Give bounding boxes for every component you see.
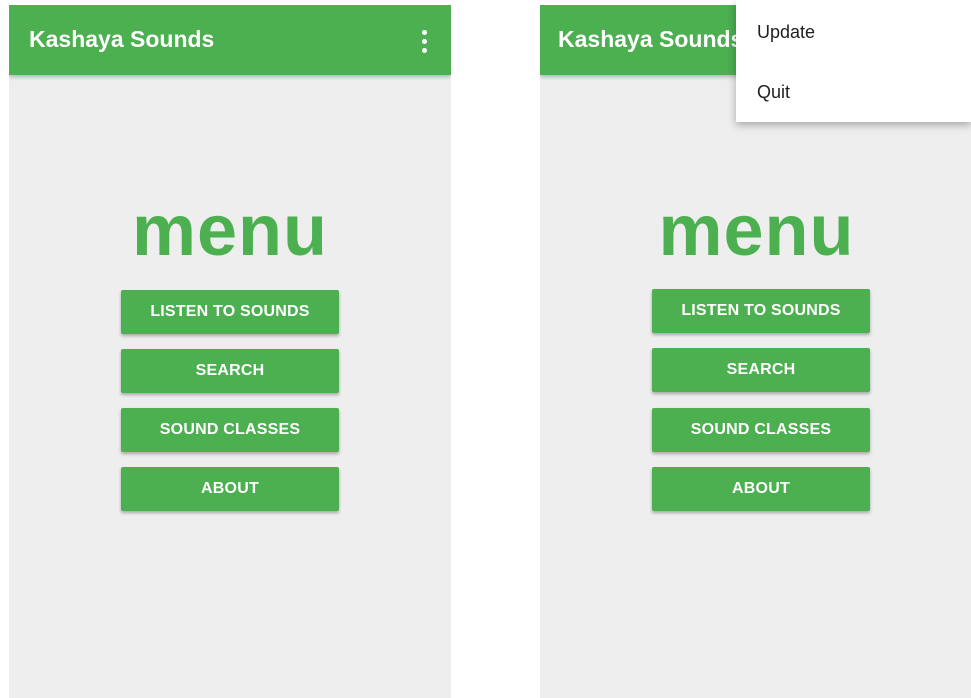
overflow-menu: Update Quit: [736, 0, 971, 122]
app-screen-main: Kashaya Sounds menu LISTEN TO SOUNDS SEA…: [9, 5, 451, 698]
dot: [422, 39, 427, 44]
menu-heading: menu: [131, 191, 329, 271]
search-button[interactable]: SEARCH: [121, 349, 339, 393]
menu-item-quit[interactable]: Quit: [757, 82, 790, 103]
listen-to-sounds-button[interactable]: LISTEN TO SOUNDS: [652, 289, 870, 333]
app-title: Kashaya Sounds: [558, 26, 744, 52]
more-vert-icon[interactable]: [415, 27, 435, 57]
app-title: Kashaya Sounds: [29, 26, 215, 52]
sound-classes-button[interactable]: SOUND CLASSES: [652, 408, 870, 452]
dot: [422, 30, 427, 35]
menu-heading: menu: [658, 191, 855, 271]
about-button[interactable]: ABOUT: [121, 467, 339, 511]
dot: [422, 48, 427, 53]
listen-to-sounds-button[interactable]: LISTEN TO SOUNDS: [121, 290, 339, 334]
about-button[interactable]: ABOUT: [652, 467, 870, 511]
menu-item-update[interactable]: Update: [757, 22, 815, 43]
app-bar: Kashaya Sounds: [9, 5, 451, 75]
sound-classes-button[interactable]: SOUND CLASSES: [121, 408, 339, 452]
search-button[interactable]: SEARCH: [652, 348, 870, 392]
